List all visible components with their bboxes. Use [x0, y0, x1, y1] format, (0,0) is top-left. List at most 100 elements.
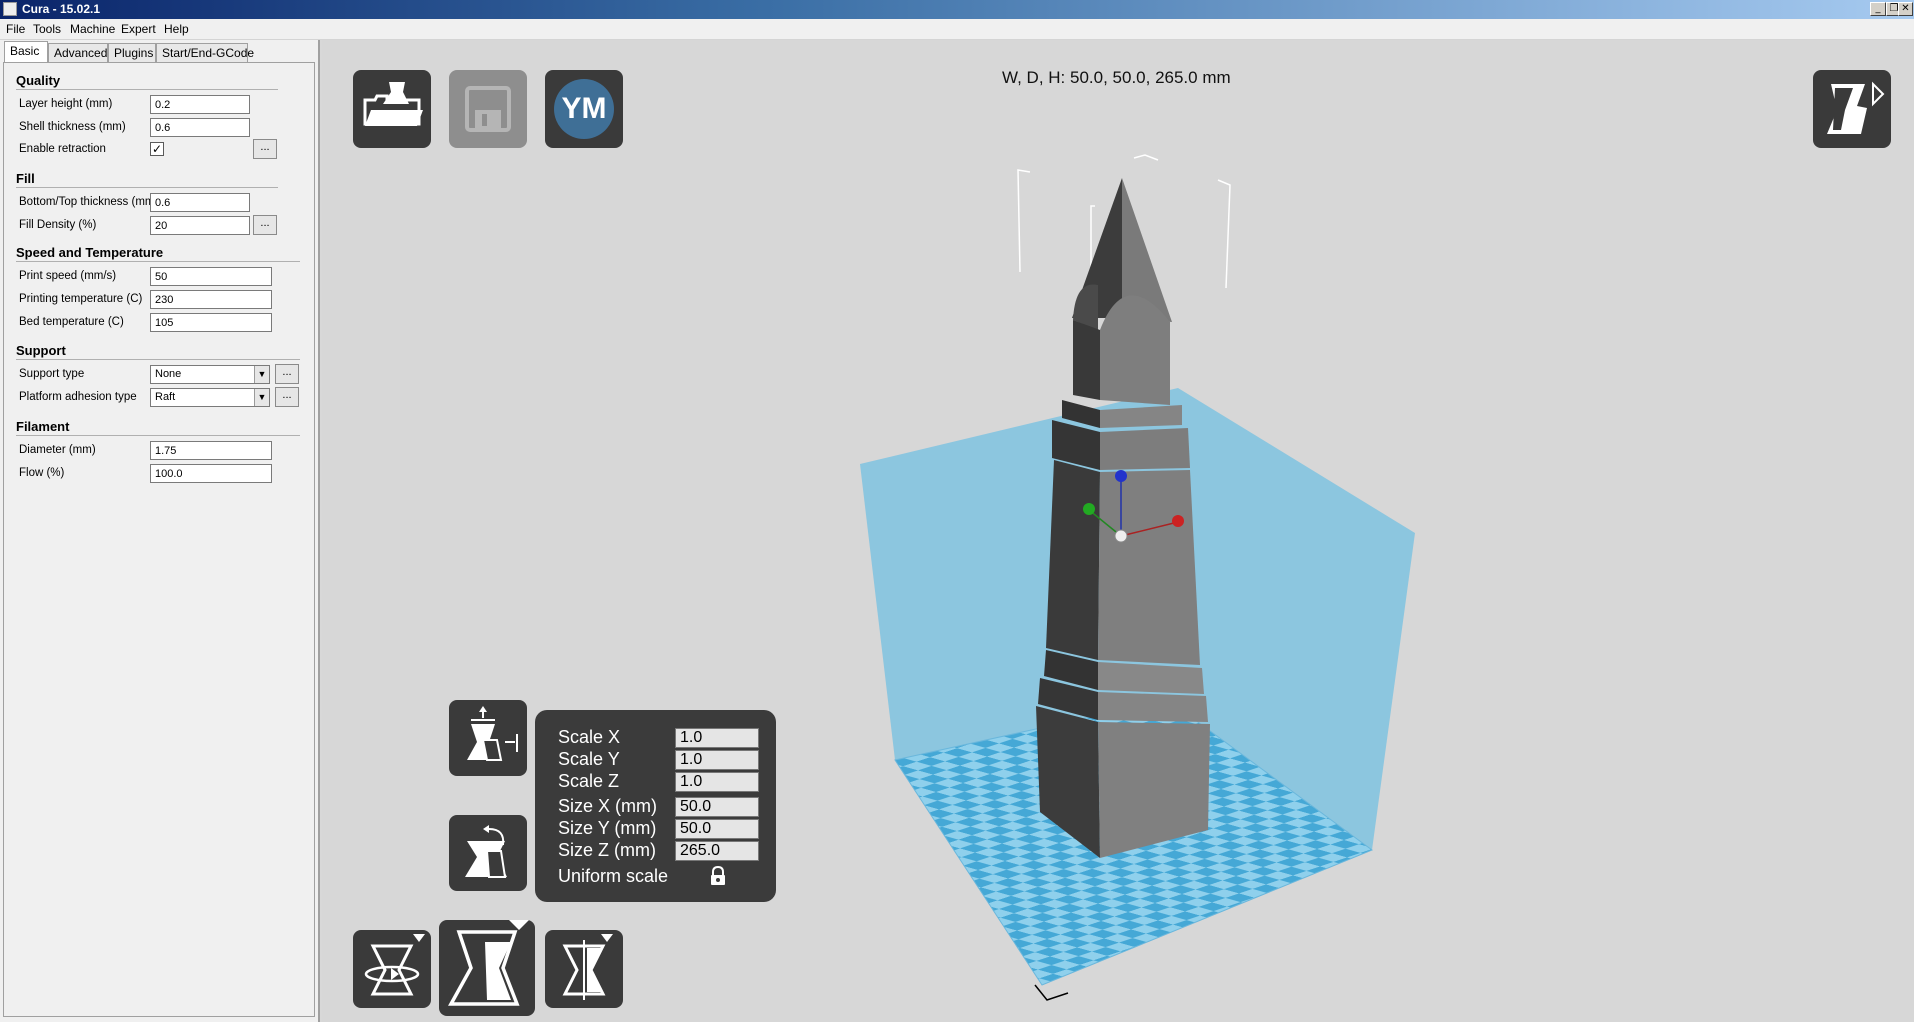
mirror-tool-button[interactable] [545, 930, 623, 1008]
support-settings-button[interactable]: ... [275, 364, 299, 384]
shell-thickness-label: Shell thickness (mm) [19, 121, 126, 133]
size-z-label: Size Z (mm) [558, 840, 656, 860]
divider [16, 435, 300, 436]
close-button[interactable]: ✕ [1898, 2, 1913, 16]
divider [16, 89, 278, 90]
divider [16, 359, 300, 360]
support-type-value: None [155, 368, 182, 380]
layer-height-label: Layer height (mm) [19, 98, 113, 110]
scale-x-field[interactable] [675, 728, 759, 748]
section-filament: Filament [16, 419, 70, 434]
section-quality: Quality [16, 73, 61, 88]
support-type-select[interactable]: None ▼ [150, 365, 270, 384]
center-handle[interactable] [1114, 529, 1128, 543]
menu-file[interactable]: File [6, 22, 25, 36]
z-axis-handle[interactable] [1115, 470, 1127, 482]
window-title: Cura - 15.02.1 [22, 2, 101, 16]
adhesion-settings-button[interactable]: ... [275, 387, 299, 407]
lock-icon [711, 865, 725, 885]
basic-settings-page: Quality Layer height (mm) Shell thicknes… [3, 62, 315, 1017]
divider [16, 187, 278, 188]
x-axis-handle[interactable] [1172, 515, 1184, 527]
section-speed-temperature: Speed and Temperature [16, 245, 164, 260]
menu-expert[interactable]: Expert [121, 22, 156, 36]
save-toolpath-button[interactable] [449, 70, 527, 148]
model-tower[interactable] [1036, 178, 1210, 858]
scale-y-label: Scale Y [558, 749, 620, 769]
youmagine-button[interactable]: YM [545, 70, 623, 148]
load-model-button[interactable] [353, 70, 431, 148]
size-y-field[interactable] [675, 819, 759, 839]
y-axis-handle[interactable] [1083, 503, 1095, 515]
platform-adhesion-label: Platform adhesion type [19, 391, 137, 403]
chevron-down-icon: ▼ [254, 389, 269, 406]
section-fill: Fill [16, 171, 35, 186]
scale-y-field[interactable] [675, 750, 759, 770]
menu-help[interactable]: Help [164, 22, 189, 36]
platform-adhesion-select[interactable]: Raft ▼ [150, 388, 270, 407]
reset-rotation-button[interactable] [449, 815, 527, 891]
enable-retraction-checkbox[interactable]: ✓ [150, 142, 164, 156]
print-speed-field[interactable] [150, 267, 272, 286]
lay-flat-icon [467, 706, 518, 761]
shell-thickness-field[interactable] [150, 118, 250, 137]
scale-x-label: Scale X [558, 727, 621, 747]
bed-temperature-label: Bed temperature (C) [19, 316, 124, 328]
layer-height-field[interactable] [150, 95, 250, 114]
lay-flat-button[interactable] [449, 700, 527, 776]
ym-label: YM [561, 92, 607, 125]
enable-retraction-label: Enable retraction [19, 143, 106, 155]
view-mode-button[interactable] [1813, 70, 1891, 148]
size-y-label: Size Y (mm) [558, 818, 657, 838]
support-type-label: Support type [19, 368, 85, 380]
settings-panel: Basic Advanced Plugins Start/End-GCode Q… [0, 40, 320, 1022]
minimize-button[interactable]: _ [1870, 2, 1886, 16]
fill-density-label: Fill Density (%) [19, 219, 97, 231]
uniform-scale-lock-toggle[interactable] [709, 865, 727, 886]
rotate-reset-icon [465, 825, 507, 878]
platform-adhesion-value: Raft [155, 391, 176, 403]
size-x-label: Size X (mm) [558, 796, 657, 816]
printing-temperature-field[interactable] [150, 290, 272, 309]
view-mode-icon [1827, 81, 1885, 134]
menu-machine[interactable]: Machine [70, 22, 115, 36]
3d-viewport[interactable]: W, D, H: 50.0, 50.0, 265.0 mm YM Scale X… [322, 40, 1914, 1022]
bottom-top-thickness-label: Bottom/Top thickness (mm) [19, 196, 159, 208]
retraction-settings-button[interactable]: ... [253, 139, 277, 159]
uniform-scale-label: Uniform scale [558, 866, 669, 886]
scale-icon [448, 920, 529, 1006]
origin-axis-marker [1034, 984, 1069, 1001]
scale-z-field[interactable] [675, 772, 759, 792]
printing-temperature-label: Printing temperature (C) [19, 293, 143, 305]
divider [16, 261, 300, 262]
size-x-field[interactable] [675, 797, 759, 817]
menu-tools[interactable]: Tools [33, 22, 61, 36]
load-folder-icon [363, 82, 423, 126]
print-speed-label: Print speed (mm/s) [19, 270, 117, 282]
rotate-tool-button[interactable] [353, 930, 431, 1008]
bottom-top-thickness-field[interactable] [150, 193, 250, 212]
section-support: Support [16, 343, 66, 358]
menu-bar: File Tools Machine Expert Help [0, 19, 1914, 40]
tab-basic[interactable]: Basic [4, 41, 48, 63]
rotate-icon [364, 934, 425, 996]
mirror-icon [562, 934, 613, 1000]
fill-density-field[interactable] [150, 216, 250, 235]
flow-label: Flow (%) [19, 467, 65, 479]
flow-field[interactable] [150, 464, 272, 483]
tab-plugins[interactable]: Plugins [108, 43, 156, 63]
diameter-label: Diameter (mm) [19, 444, 96, 456]
settings-tabs: Basic Advanced Plugins Start/End-GCode [4, 41, 304, 63]
scale-z-label: Scale Z [558, 771, 620, 791]
model-dimensions: W, D, H: 50.0, 50.0, 265.0 mm [1002, 68, 1231, 87]
bed-temperature-field[interactable] [150, 313, 272, 332]
scale-tool-button[interactable] [439, 920, 535, 1016]
diameter-field[interactable] [150, 441, 272, 460]
fill-settings-button[interactable]: ... [253, 215, 277, 235]
tab-start-end-gcode[interactable]: Start/End-GCode [156, 43, 254, 63]
size-z-field[interactable] [675, 841, 759, 861]
chevron-down-icon: ▼ [254, 366, 269, 383]
scale-panel: Scale X Scale Y Scale Z Size X (mm) Size… [535, 710, 776, 902]
app-icon [3, 2, 17, 16]
tab-advanced[interactable]: Advanced [48, 43, 108, 63]
